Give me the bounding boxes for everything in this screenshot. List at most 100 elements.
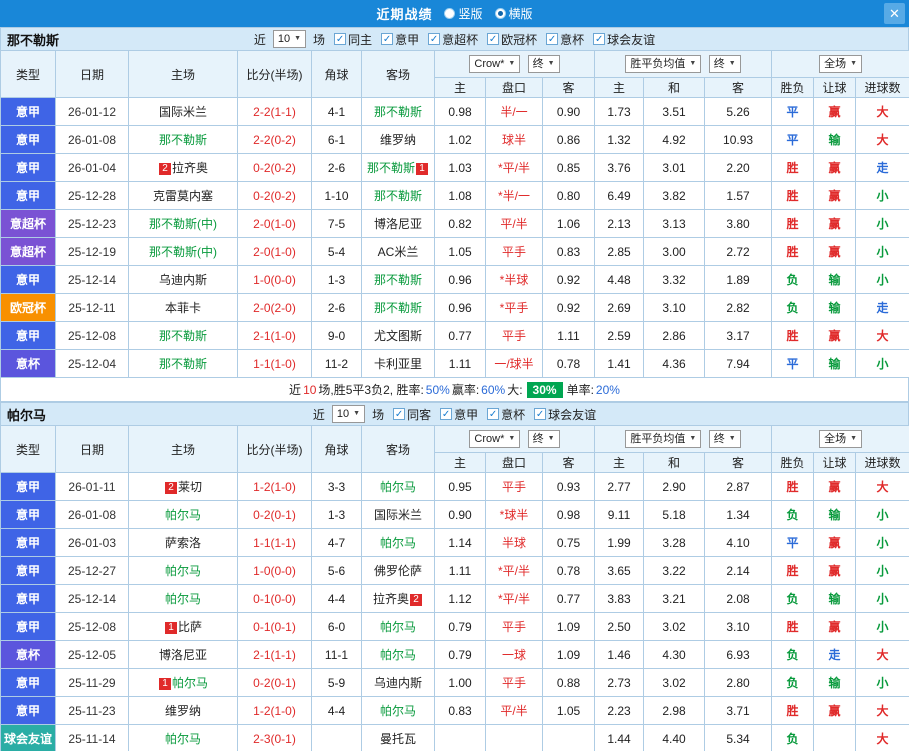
score[interactable]: 0-1(0-1) (237, 612, 312, 641)
avg-type-select[interactable]: 胜平负均值 ▼ (625, 430, 702, 448)
avg-time-select[interactable]: 终 ▼ (708, 430, 741, 448)
home-team[interactable]: 那不勒斯(中) (128, 237, 238, 266)
checkbox-label: 球会友谊 (607, 32, 656, 47)
filter-checkbox[interactable]: ✓ 意超杯 (428, 31, 478, 48)
scope-select[interactable]: 全场 ▼ (819, 55, 863, 73)
score[interactable]: 2-0(2-0) (237, 293, 312, 322)
rank-badge: 2 (158, 163, 171, 175)
odds-time-select[interactable]: 终 ▼ (527, 430, 560, 448)
score[interactable]: 2-1(1-1) (237, 640, 312, 669)
filter-checkbox[interactable]: ✓ 球会友谊 (534, 406, 596, 423)
home-team[interactable]: 1 比萨 (128, 612, 238, 641)
away-team[interactable]: 尤文图斯 (361, 321, 435, 350)
home-team[interactable]: 维罗纳 (128, 696, 238, 725)
home-team[interactable]: 那不勒斯(中) (128, 209, 238, 238)
away-team[interactable]: 那不勒斯 (361, 97, 435, 126)
filter-checkbox[interactable]: ✓ 欧冠杯 (487, 31, 537, 48)
odds-home: 0.82 (434, 209, 486, 238)
away-team[interactable]: 那不勒斯 (361, 293, 435, 322)
home-team[interactable]: 乌迪内斯 (128, 265, 238, 294)
result-handicap: 赢 (813, 153, 857, 182)
odds-time-select[interactable]: 终 ▼ (527, 55, 560, 73)
away-team[interactable]: 维罗纳 (361, 125, 435, 154)
score[interactable]: 2-2(1-1) (237, 97, 312, 126)
score[interactable]: 0-2(0-1) (237, 500, 312, 529)
score[interactable]: 1-1(1-0) (237, 349, 312, 378)
col-header-result: 胜负 (771, 452, 815, 473)
score[interactable]: 1-0(0-0) (237, 265, 312, 294)
score[interactable]: 2-0(1-0) (237, 237, 312, 266)
result-wdl: 胜 (771, 181, 815, 210)
away-team[interactable]: 曼托瓦 (361, 724, 435, 751)
filter-checkbox[interactable]: ✓ 意甲 (440, 406, 478, 423)
score[interactable]: 1-0(0-0) (237, 556, 312, 585)
home-team[interactable]: 国际米兰 (128, 97, 238, 126)
home-team[interactable]: 那不勒斯 (128, 321, 238, 350)
match-row: 欧冠杯 25-12-11 本菲卡 2-0(2-0) 2-6 那不勒斯 0.96 *平手 0.92… (0, 293, 909, 322)
away-team[interactable]: 帕尔马 (361, 612, 435, 641)
home-team[interactable]: 帕尔马 (128, 584, 238, 613)
away-team[interactable]: 国际米兰 (361, 500, 435, 529)
filter-checkbox[interactable]: ✓ 同客 (393, 406, 431, 423)
scope-select[interactable]: 全场 ▼ (819, 430, 863, 448)
away-team[interactable]: 佛罗伦萨 (361, 556, 435, 585)
score[interactable]: 0-1(0-0) (237, 584, 312, 613)
close-icon[interactable]: ✕ (884, 3, 905, 24)
score[interactable]: 2-1(1-0) (237, 321, 312, 350)
home-team[interactable]: 那不勒斯 (128, 125, 238, 154)
avg-away: 4.10 (704, 528, 773, 557)
bookmaker-select[interactable]: Crow* ▼ (469, 430, 521, 448)
home-team[interactable]: 2 莱切 (128, 472, 238, 501)
home-team[interactable]: 2 拉齐奥 (128, 153, 238, 182)
score[interactable]: 0-2(0-2) (237, 181, 312, 210)
league-badge: 意甲 (0, 181, 56, 210)
away-team[interactable]: 帕尔马 (361, 696, 435, 725)
filter-checkbox[interactable]: ✓ 意甲 (381, 31, 419, 48)
away-team[interactable]: 帕尔马 (361, 640, 435, 669)
result-wdl: 负 (771, 668, 815, 697)
match-count-select[interactable]: 10 ▼ (272, 30, 307, 48)
away-team[interactable]: 那不勒斯 (361, 265, 435, 294)
score[interactable]: 2-3(0-1) (237, 724, 312, 751)
away-team[interactable]: 帕尔马 (361, 472, 435, 501)
filter-checkbox[interactable]: ✓ 同主 (334, 31, 372, 48)
home-team[interactable]: 克雷莫内塞 (128, 181, 238, 210)
away-team[interactable]: 博洛尼亚 (361, 209, 435, 238)
filter-checkbox[interactable]: ✓ 意杯 (546, 31, 584, 48)
away-team[interactable]: AC米兰 (361, 237, 435, 266)
home-team[interactable]: 那不勒斯 (128, 349, 238, 378)
away-team[interactable]: 卡利亚里 (361, 349, 435, 378)
home-team[interactable]: 帕尔马 (128, 724, 238, 751)
score[interactable]: 1-2(1-0) (237, 472, 312, 501)
bookmaker-select[interactable]: Crow* ▼ (469, 55, 521, 73)
home-team[interactable]: 帕尔马 (128, 556, 238, 585)
away-team[interactable]: 那不勒斯 (361, 181, 435, 210)
away-team[interactable]: 拉齐奥 2 (361, 584, 435, 613)
score[interactable]: 2-0(1-0) (237, 209, 312, 238)
avg-home: 1.32 (594, 125, 645, 154)
home-team[interactable]: 帕尔马 (128, 500, 238, 529)
score[interactable]: 1-1(1-1) (237, 528, 312, 557)
filter-checkbox[interactable]: ✓ 意杯 (487, 406, 525, 423)
score[interactable]: 0-2(0-1) (237, 668, 312, 697)
match-row: 意甲 26-01-04 2 拉齐奥 0-2(0-2) 2-6 那不勒斯 1 1.03 *平/半 0.… (0, 153, 909, 182)
home-team[interactable]: 本菲卡 (128, 293, 238, 322)
home-team[interactable]: 1 帕尔马 (128, 668, 238, 697)
filter-checkbox[interactable]: ✓ 球会友谊 (593, 31, 655, 48)
match-count-select[interactable]: 10 ▼ (331, 405, 366, 423)
away-team[interactable]: 那不勒斯 1 (361, 153, 435, 182)
radio-vertical-layout[interactable]: 竖版 (444, 5, 483, 22)
avg-type-select[interactable]: 胜平负均值 ▼ (625, 55, 702, 73)
score[interactable]: 1-2(1-0) (237, 696, 312, 725)
home-team[interactable]: 博洛尼亚 (128, 640, 238, 669)
score[interactable]: 2-2(0-2) (237, 125, 312, 154)
avg-time-select[interactable]: 终 ▼ (708, 55, 741, 73)
match-row: 意甲 26-01-03 萨索洛 1-1(1-1) 4-7 帕尔马 1.14 半球 0.75 1.9… (0, 528, 909, 557)
away-team[interactable]: 帕尔马 (361, 528, 435, 557)
radio-horizontal-layout[interactable]: 横版 (494, 5, 533, 22)
score[interactable]: 0-2(0-2) (237, 153, 312, 182)
away-team[interactable]: 乌迪内斯 (361, 668, 435, 697)
avg-draw: 3.00 (643, 237, 706, 266)
odds-away: 0.75 (541, 528, 596, 557)
home-team[interactable]: 萨索洛 (128, 528, 238, 557)
